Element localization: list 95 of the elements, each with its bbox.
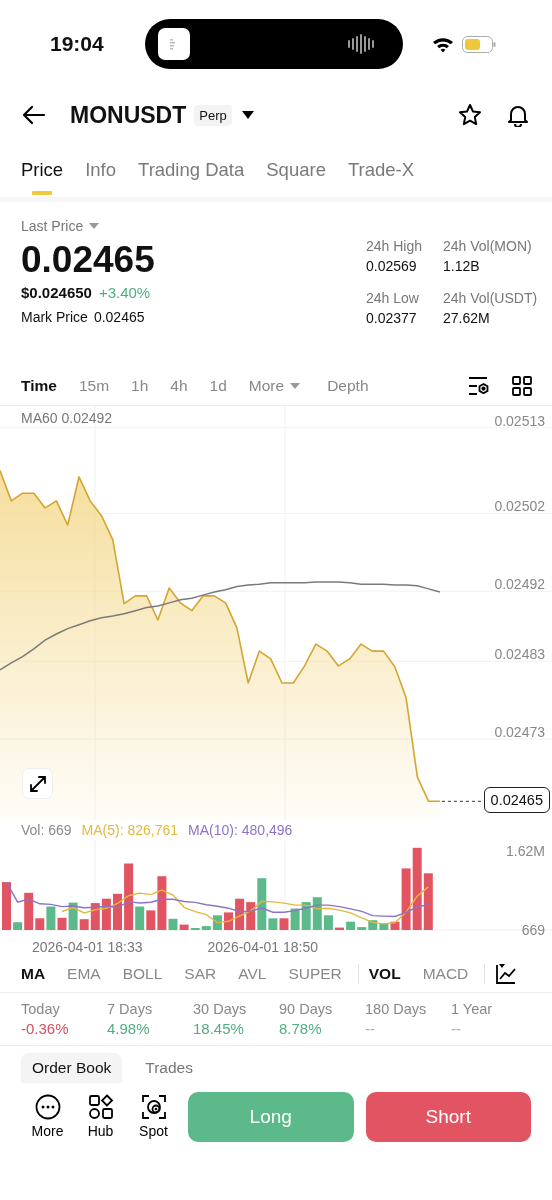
- price-type-label[interactable]: Last Price: [21, 218, 84, 234]
- clock-time: 19:04: [50, 32, 105, 56]
- book-tab[interactable]: Trades: [134, 1053, 204, 1083]
- long-button[interactable]: Long: [188, 1091, 354, 1142]
- page-tab[interactable]: Square: [266, 142, 326, 197]
- period-label: 180 Days: [365, 1000, 428, 1019]
- period-label: 1 Year: [451, 1000, 494, 1019]
- stat-label: 24h High: [366, 237, 424, 256]
- volume-bar: [224, 912, 233, 930]
- indicator-tab[interactable]: MACD: [422, 964, 469, 983]
- volume-bar: [113, 893, 122, 930]
- volume-bar: [2, 882, 11, 930]
- caret-icon[interactable]: [241, 111, 254, 119]
- page-tab[interactable]: Info: [85, 142, 116, 197]
- battery-icon: [462, 35, 496, 53]
- period-label: 90 Days: [279, 1000, 334, 1019]
- price-change: +3.40%: [98, 283, 151, 303]
- star-icon[interactable]: [458, 103, 482, 127]
- last-price: 0.02465: [21, 238, 156, 282]
- y-tick-label: 0.02483: [494, 646, 545, 663]
- indicator-tab[interactable]: AVL: [238, 964, 267, 983]
- volume-bar: [335, 927, 344, 930]
- indicator-tab[interactable]: VOL: [368, 964, 401, 983]
- interval-tab[interactable]: 4h: [170, 376, 188, 395]
- period-change: 18.45%: [193, 1019, 245, 1039]
- y-tick-label: 0.02492: [494, 576, 545, 593]
- stat-value: 0.02569: [366, 257, 418, 276]
- period-label: 30 Days: [193, 1000, 248, 1019]
- app-icon: [158, 28, 190, 60]
- time-label: 2026-04-01 18:50: [207, 938, 319, 955]
- chart-settings-icon[interactable]: [468, 375, 490, 396]
- waveform-icon: [347, 34, 377, 54]
- shortcut-button[interactable]: Hub: [74, 1094, 127, 1139]
- symbol-title: MONUSDT: [70, 101, 187, 129]
- indicator-tab[interactable]: SUPER: [288, 964, 342, 983]
- volume-legend: Vol: 669: [21, 822, 72, 838]
- period-change: 4.98%: [107, 1019, 151, 1039]
- indicator-tab[interactable]: SAR: [184, 964, 217, 983]
- wifi-icon: [432, 35, 454, 53]
- y-tick-label: 0.02473: [494, 724, 545, 741]
- period-change: --: [451, 1019, 462, 1039]
- period-change: -0.36%: [21, 1019, 70, 1039]
- volume-legend: MA(10): 480,496: [188, 822, 293, 838]
- short-button[interactable]: Short: [365, 1091, 531, 1142]
- period-change: --: [365, 1019, 376, 1039]
- volume-bar: [235, 898, 245, 930]
- bell-icon[interactable]: [506, 103, 530, 127]
- y-tick-label: 1.62M: [506, 842, 545, 859]
- page-tab[interactable]: Price: [21, 142, 64, 197]
- interval-tab[interactable]: Time: [21, 376, 57, 395]
- expand-icon: [28, 774, 47, 793]
- y-tick-label: 0.02513: [494, 412, 545, 429]
- stat-value: 1.12B: [443, 257, 481, 276]
- period-change: 8.78%: [279, 1019, 323, 1039]
- shortcut-button[interactable]: More: [21, 1094, 74, 1139]
- interval-dropdown[interactable]: More: [248, 376, 301, 395]
- stat-value: 27.62M: [443, 309, 491, 328]
- interval-tab[interactable]: Depth: [327, 376, 369, 395]
- page-tab[interactable]: Trade-X: [347, 142, 415, 197]
- contract-badge: Perp: [194, 104, 232, 126]
- back-arrow-icon[interactable]: [22, 105, 46, 125]
- volume-bar: [101, 898, 111, 930]
- interval-tab[interactable]: 15m: [78, 376, 110, 395]
- line-chart-icon[interactable]: [495, 962, 518, 985]
- current-price-tag: 0.02465: [483, 787, 550, 814]
- indicator-tab[interactable]: EMA: [67, 964, 101, 983]
- stat-label: 24h Low: [366, 289, 420, 308]
- stat-label: 24h Vol(USDT): [443, 289, 539, 308]
- shortcut-button[interactable]: Spot: [127, 1094, 180, 1139]
- stat-label: 24h Vol(MON): [443, 237, 533, 256]
- mark-price: 0.02465: [93, 308, 145, 327]
- indicator-tab[interactable]: MA: [21, 964, 46, 983]
- indicator-legend: MA60 0.02492: [21, 410, 113, 426]
- volume-bar: [301, 902, 311, 930]
- period-label: Today: [21, 1000, 61, 1019]
- interval-tab[interactable]: 1d: [209, 376, 227, 395]
- fullscreen-button[interactable]: [22, 768, 53, 799]
- indicator-tab[interactable]: BOLL: [122, 964, 163, 983]
- scan-icon: [140, 1094, 167, 1120]
- mark-price-label: Mark Price: [21, 308, 88, 327]
- interval-tab[interactable]: 1h: [131, 376, 149, 395]
- price-guide-line: [441, 800, 482, 802]
- more-icon: [34, 1094, 61, 1120]
- grid-icon[interactable]: [512, 375, 532, 396]
- shapes-icon: [87, 1094, 114, 1120]
- usd-price: $0.024650: [21, 283, 92, 303]
- y-tick-label: 0.02502: [494, 498, 545, 515]
- caret-icon: [290, 382, 301, 389]
- period-label: 7 Days: [107, 1000, 154, 1019]
- y-tick-label: 669: [521, 921, 545, 938]
- page-tab[interactable]: Trading Data: [138, 142, 245, 197]
- time-label: 2026-04-01 18:33: [32, 938, 143, 955]
- book-tab[interactable]: Order Book: [21, 1053, 123, 1083]
- stat-value: 0.02377: [366, 309, 418, 328]
- volume-legend: MA(5): 826,761: [81, 822, 179, 838]
